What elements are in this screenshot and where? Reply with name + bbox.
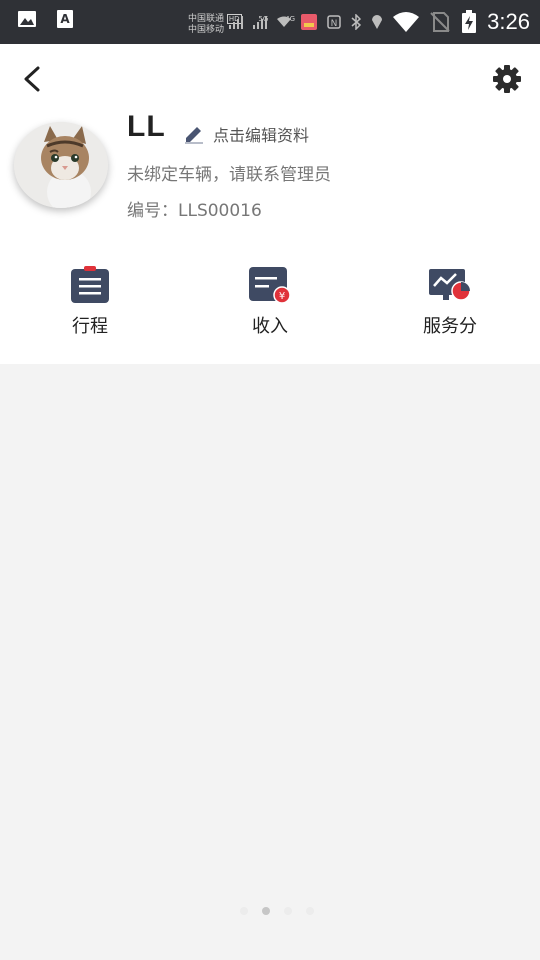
signal-bars-icon xyxy=(229,16,244,29)
trip-button[interactable]: 行程 xyxy=(30,266,150,338)
bluetooth-icon xyxy=(351,14,362,30)
battery-charging-icon xyxy=(462,10,477,33)
gear-icon[interactable] xyxy=(492,64,522,94)
back-arrow-icon[interactable] xyxy=(18,64,46,94)
status-time: 3:26 xyxy=(487,9,530,34)
vehicle-status-text: 未绑定车辆，请联系管理员 xyxy=(127,165,331,185)
small-wifi-icon xyxy=(277,16,292,27)
page-dot-active[interactable] xyxy=(262,907,270,915)
carrier-1: 中国联通 xyxy=(188,14,225,24)
status-left-icons: A xyxy=(16,8,76,30)
kitten-photo-icon xyxy=(14,122,108,208)
status-right: N 3:26 xyxy=(229,4,530,40)
income-label: 收入 xyxy=(252,316,288,337)
driver-id-label: 编号： xyxy=(127,201,178,221)
wifi-icon xyxy=(393,12,420,32)
trip-list-icon xyxy=(71,266,109,303)
pencil-icon xyxy=(185,127,203,144)
income-button[interactable]: ¥ 收入 xyxy=(210,266,330,338)
signal-bars-2-icon xyxy=(253,16,268,29)
income-icon: ¥ xyxy=(249,267,291,304)
profile-header: LL 点击编辑资料 未绑定车辆，请联系管理员 编号：LLS00016 行程 ¥ … xyxy=(0,44,540,364)
app-badge-icon xyxy=(301,14,318,30)
quick-actions: 行程 ¥ 收入 服务分 xyxy=(0,266,540,346)
driver-id-value: LLS00016 xyxy=(178,201,262,221)
driver-id: 编号：LLS00016 xyxy=(127,196,262,221)
service-score-label: 服务分 xyxy=(423,316,477,337)
status-bar: A 中国联通 HD 5G 4G 中国移动 N xyxy=(0,0,540,44)
user-name: LL xyxy=(127,110,166,143)
svg-text:N: N xyxy=(331,19,338,29)
service-score-button[interactable]: 服务分 xyxy=(390,266,510,338)
image-icon xyxy=(18,11,36,27)
no-sim-icon xyxy=(430,12,450,32)
svg-text:¥: ¥ xyxy=(279,291,285,302)
text-a-icon: A xyxy=(57,10,73,28)
page-dot[interactable] xyxy=(284,907,292,915)
svg-text:A: A xyxy=(60,12,70,26)
avatar[interactable] xyxy=(14,122,108,208)
service-score-icon xyxy=(429,269,471,301)
edit-profile-label: 点击编辑资料 xyxy=(213,126,310,145)
page-indicator xyxy=(240,906,320,916)
edit-profile-link[interactable]: 点击编辑资料 xyxy=(183,122,309,146)
page-dot[interactable] xyxy=(240,907,248,915)
nfc-icon: N xyxy=(327,15,341,29)
trip-label: 行程 xyxy=(72,316,108,337)
location-icon xyxy=(372,15,383,29)
page-dot[interactable] xyxy=(306,907,314,915)
